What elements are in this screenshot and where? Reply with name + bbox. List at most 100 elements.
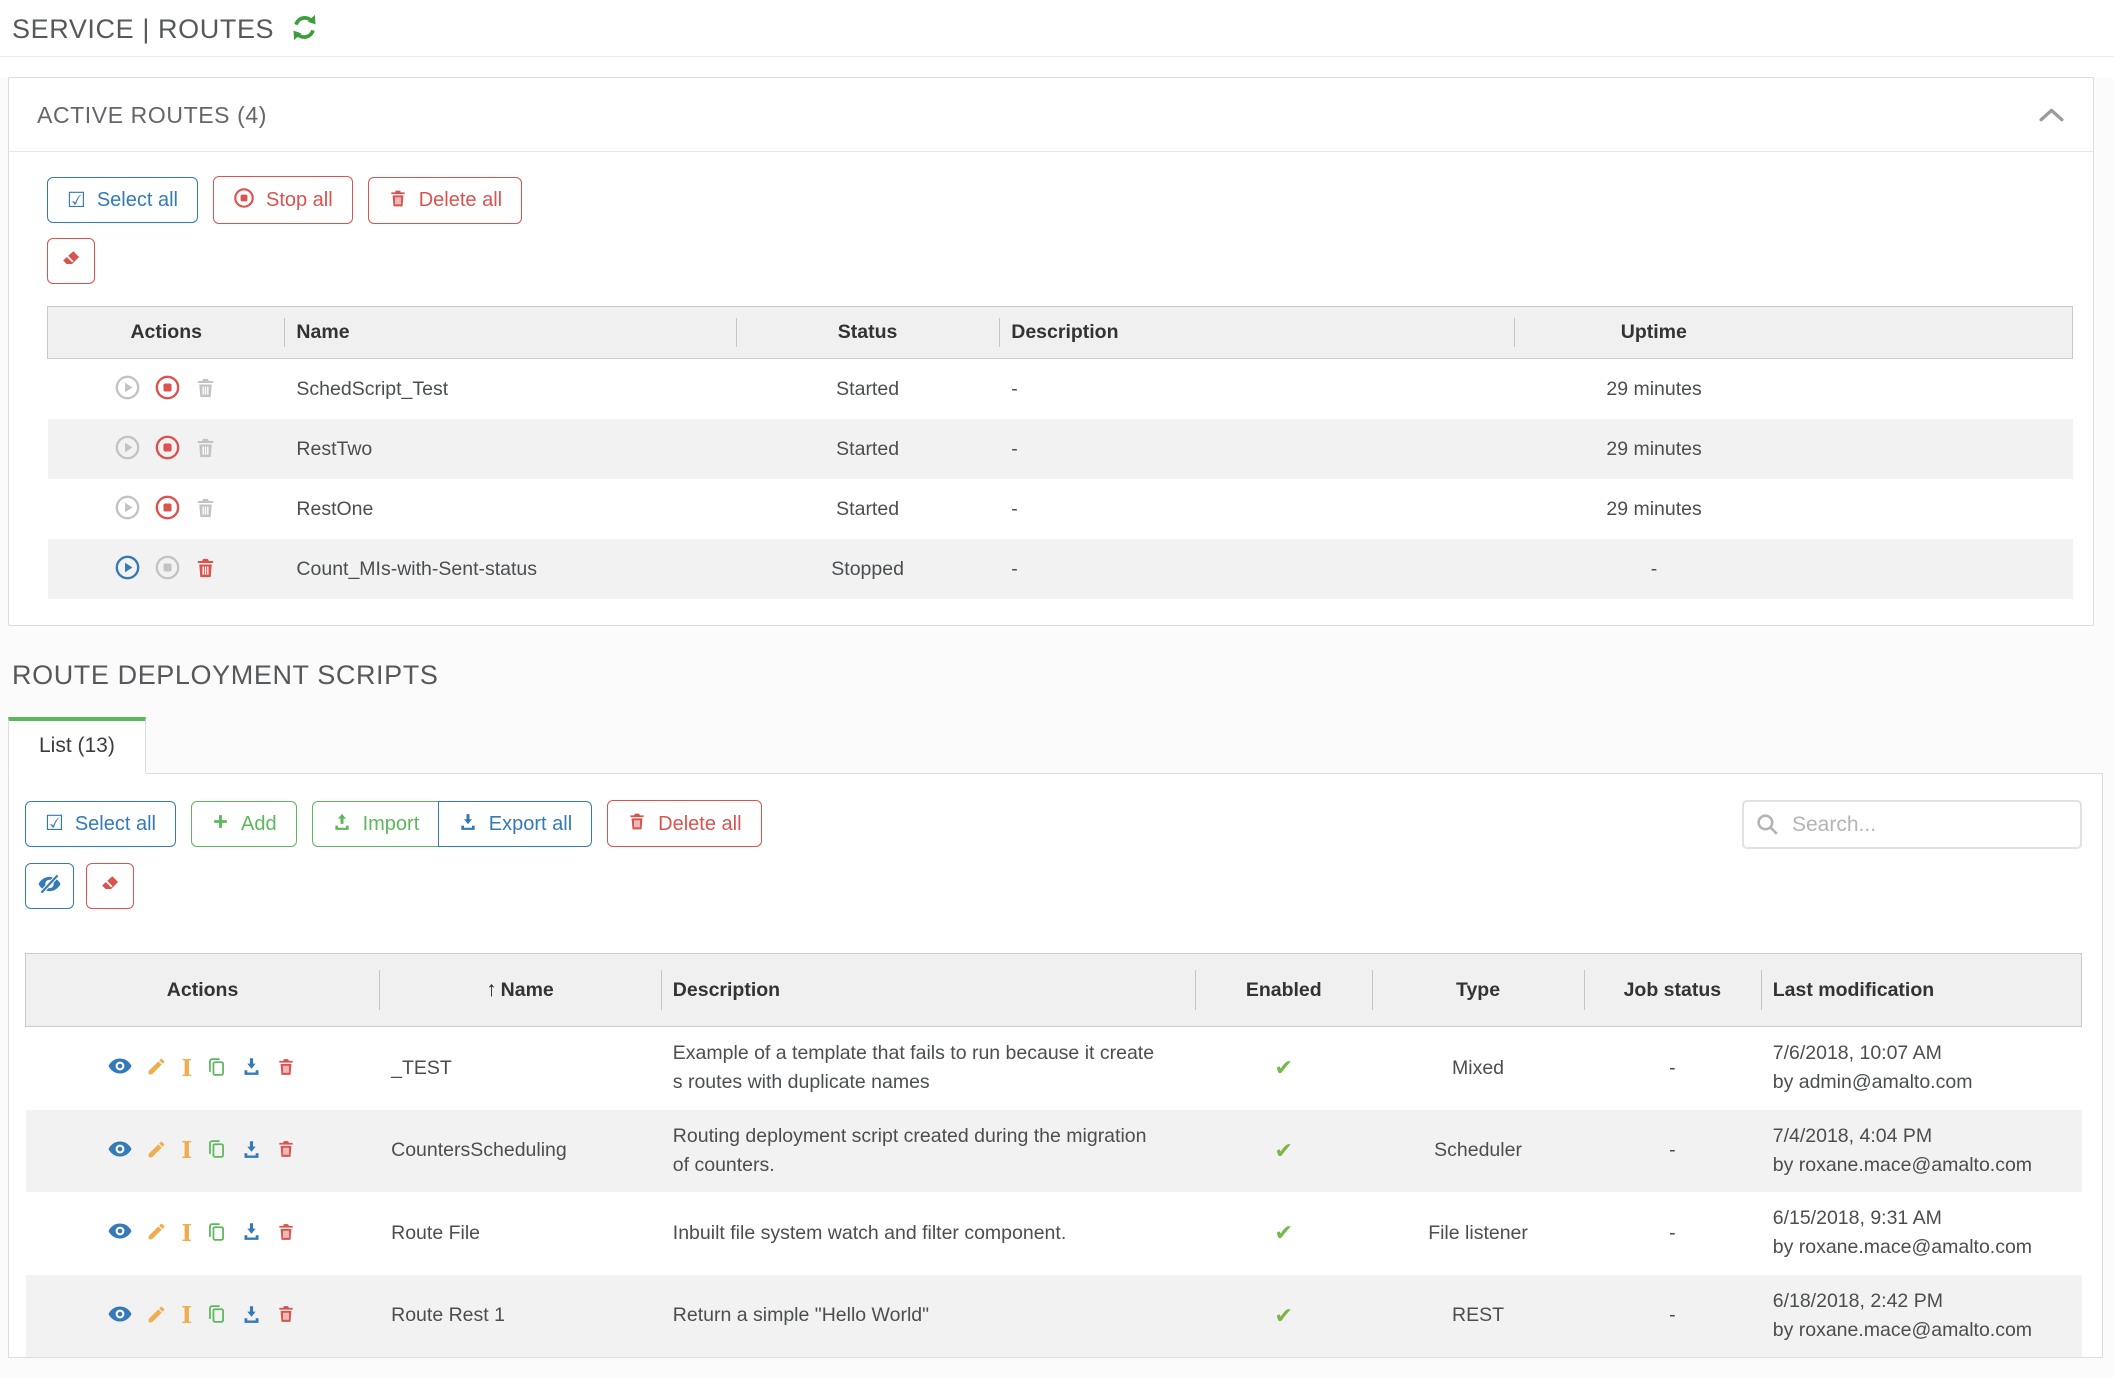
export-all-button[interactable]: Export all bbox=[438, 801, 592, 847]
delete-route-button[interactable] bbox=[194, 496, 217, 523]
delete-route-button[interactable] bbox=[194, 376, 217, 403]
copy-icon bbox=[206, 1221, 227, 1246]
duplicate-script-button[interactable] bbox=[206, 1056, 227, 1081]
view-script-button[interactable] bbox=[108, 1223, 132, 1243]
route-row: RestOne Started - 29 minutes bbox=[48, 479, 2073, 539]
main-content: ACTIVE ROUTES (4) ☑ Select all Stop all bbox=[0, 77, 2114, 1378]
column-header-name[interactable]: Name bbox=[379, 954, 661, 1027]
download-script-button[interactable] bbox=[241, 1056, 262, 1080]
edit-script-button[interactable] bbox=[146, 1056, 167, 1080]
view-script-button[interactable] bbox=[108, 1058, 132, 1078]
scripts-header-row: Actions Name Description Enabled Type Jo… bbox=[26, 954, 2082, 1027]
download-script-button[interactable] bbox=[241, 1221, 262, 1245]
route-status: Started bbox=[736, 479, 999, 539]
duplicate-script-button[interactable] bbox=[206, 1138, 227, 1163]
column-header-type[interactable]: Type bbox=[1372, 954, 1584, 1027]
search-icon bbox=[1755, 812, 1780, 842]
route-row: Count_MIs-with-Sent-status Stopped - - bbox=[48, 539, 2073, 599]
trash-icon bbox=[388, 188, 408, 213]
deployment-scripts-toolbar: ☑ Select all Add Import bbox=[25, 800, 2082, 849]
import-export-group: Import Export all bbox=[312, 801, 593, 847]
eye-icon bbox=[108, 1141, 132, 1161]
column-header-last-modification[interactable]: Last modification bbox=[1761, 954, 2082, 1027]
clear-selection-button[interactable] bbox=[47, 238, 95, 284]
rename-script-button[interactable]: I bbox=[181, 1222, 192, 1245]
start-route-button[interactable] bbox=[114, 434, 141, 464]
play-circle-icon bbox=[114, 494, 141, 524]
script-modified-date: 6/15/2018, 9:31 AM bbox=[1773, 1204, 2070, 1233]
text-cursor-icon: I bbox=[181, 1139, 192, 1162]
delete-route-button[interactable] bbox=[194, 556, 217, 583]
delete-all-scripts-button[interactable]: Delete all bbox=[607, 800, 761, 847]
script-modified-date: 6/18/2018, 2:42 PM bbox=[1773, 1287, 2070, 1316]
rename-script-button[interactable]: I bbox=[181, 1139, 192, 1162]
header-divider bbox=[0, 56, 2114, 57]
column-header-status: Status bbox=[736, 307, 999, 359]
delete-script-button[interactable] bbox=[276, 1056, 296, 1081]
column-header-description[interactable]: Description bbox=[661, 954, 1196, 1027]
select-all-label: Select all bbox=[75, 812, 156, 836]
column-header-enabled[interactable]: Enabled bbox=[1195, 954, 1372, 1027]
delete-script-button[interactable] bbox=[276, 1303, 296, 1328]
eraser-icon bbox=[60, 248, 82, 274]
delete-script-button[interactable] bbox=[276, 1138, 296, 1163]
script-description: Routing deployment script created during… bbox=[673, 1122, 1158, 1181]
delete-route-button[interactable] bbox=[194, 436, 217, 463]
deployment-scripts-table: Actions Name Description Enabled Type Jo… bbox=[25, 953, 2082, 1357]
copy-icon bbox=[206, 1056, 227, 1081]
rename-script-button[interactable]: I bbox=[181, 1304, 192, 1327]
collapse-card-button[interactable] bbox=[2038, 106, 2065, 126]
tab-list[interactable]: List (13) bbox=[8, 717, 146, 774]
stop-all-routes-button[interactable]: Stop all bbox=[213, 176, 353, 224]
trash-icon bbox=[194, 376, 217, 403]
trash-icon bbox=[276, 1303, 296, 1328]
script-modified-by: by roxane.mace@amalto.com bbox=[1773, 1316, 2070, 1345]
name-header-label: Name bbox=[501, 979, 554, 1001]
stop-route-button[interactable] bbox=[154, 434, 181, 464]
script-job-status: - bbox=[1584, 1110, 1761, 1193]
search-input[interactable] bbox=[1742, 800, 2082, 849]
script-row: I bbox=[26, 1027, 2082, 1110]
stop-route-button[interactable] bbox=[154, 494, 181, 524]
stop-route-button[interactable] bbox=[154, 554, 181, 584]
trash-icon bbox=[194, 436, 217, 463]
view-script-button[interactable] bbox=[108, 1141, 132, 1161]
duplicate-script-button[interactable] bbox=[206, 1303, 227, 1328]
clear-filters-button[interactable] bbox=[86, 863, 134, 909]
route-uptime: 29 minutes bbox=[1514, 419, 2073, 479]
start-route-button[interactable] bbox=[114, 554, 141, 584]
active-routes-card-header: ACTIVE ROUTES (4) bbox=[9, 78, 2093, 152]
route-description: - bbox=[999, 479, 1513, 539]
stop-route-button[interactable] bbox=[154, 374, 181, 404]
script-row: I bbox=[26, 1275, 2082, 1358]
duplicate-script-button[interactable] bbox=[206, 1221, 227, 1246]
delete-script-button[interactable] bbox=[276, 1221, 296, 1246]
column-header-description: Description bbox=[999, 307, 1513, 359]
delete-all-routes-button[interactable]: Delete all bbox=[368, 177, 522, 224]
route-name: SchedScript_Test bbox=[284, 359, 736, 420]
select-all-routes-button[interactable]: ☑ Select all bbox=[47, 177, 198, 223]
select-all-scripts-button[interactable]: ☑ Select all bbox=[25, 801, 176, 847]
edit-script-button[interactable] bbox=[146, 1221, 167, 1245]
checkbox-checked-icon: ☑ bbox=[67, 190, 86, 211]
edit-script-button[interactable] bbox=[146, 1139, 167, 1163]
edit-script-button[interactable] bbox=[146, 1304, 167, 1328]
view-script-button[interactable] bbox=[108, 1306, 132, 1326]
column-header-job-status[interactable]: Job status bbox=[1584, 954, 1761, 1027]
add-script-button[interactable]: Add bbox=[191, 801, 297, 847]
download-script-button[interactable] bbox=[241, 1304, 262, 1328]
start-route-button[interactable] bbox=[114, 374, 141, 404]
stop-all-label: Stop all bbox=[266, 188, 333, 212]
column-header-actions[interactable]: Actions bbox=[26, 954, 380, 1027]
toggle-visibility-button[interactable] bbox=[25, 863, 74, 909]
download-script-button[interactable] bbox=[241, 1139, 262, 1163]
script-type: Scheduler bbox=[1372, 1110, 1584, 1193]
page-header: SERVICE | ROUTES bbox=[0, 0, 2114, 56]
rename-script-button[interactable]: I bbox=[181, 1057, 192, 1080]
text-cursor-icon: I bbox=[181, 1057, 192, 1080]
start-route-button[interactable] bbox=[114, 494, 141, 524]
refresh-button[interactable] bbox=[290, 13, 319, 45]
script-modified-date: 7/4/2018, 4:04 PM bbox=[1773, 1122, 2070, 1151]
active-routes-table: Actions Name Status Description Uptime bbox=[47, 306, 2073, 599]
import-button[interactable]: Import bbox=[312, 801, 440, 847]
